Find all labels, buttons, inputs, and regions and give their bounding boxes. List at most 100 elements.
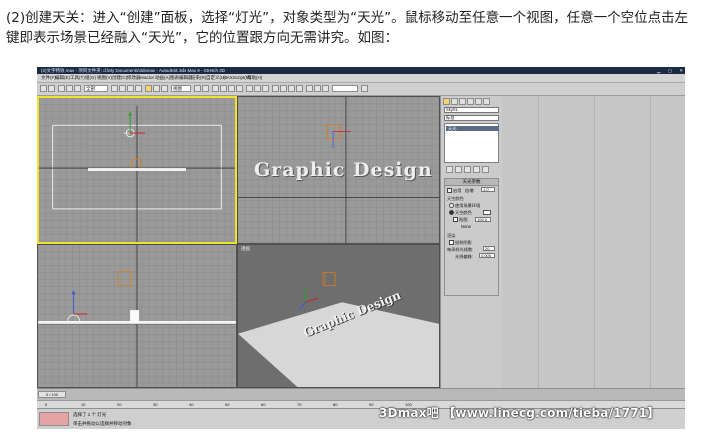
menu-bar: 文件(F) 编辑(E) 工具(T) 组(G) 视图(V) 创建(C) 修改器 r… [37, 74, 685, 83]
menu-rendering[interactable]: 渲染(R) [191, 75, 206, 81]
viewport-perspective[interactable]: Graphic Design 透视 [237, 244, 440, 388]
show-end-result-icon[interactable] [455, 166, 462, 173]
configure-sets-icon[interactable] [482, 166, 489, 173]
map-checkbox[interactable]: 贴图: [453, 217, 469, 223]
viewport-top[interactable] [37, 96, 237, 244]
select-rotate-icon[interactable] [153, 85, 160, 92]
menu-reactor[interactable]: reactor [140, 75, 154, 80]
timeline-tick-label: 0 [45, 402, 48, 407]
list-item-skylight[interactable]: 天光 [446, 126, 499, 131]
checkbox-icon[interactable] [447, 188, 452, 194]
window-crossing-icon[interactable] [135, 85, 142, 92]
region-select-icon[interactable] [127, 85, 134, 92]
motion-tab-icon[interactable] [467, 98, 474, 105]
object-name-field[interactable]: Sky01 [444, 107, 499, 113]
radio-icon[interactable] [449, 210, 454, 216]
spinner-snap-icon[interactable] [236, 85, 243, 92]
multiplier-spinner[interactable]: 1.0 [481, 187, 495, 192]
angle-snap-icon[interactable] [220, 85, 227, 92]
cast-shadows-label: 投射阴影 [455, 240, 472, 245]
main-toolbar: 全部 视图 [37, 83, 685, 96]
manipulate-icon[interactable] [202, 85, 209, 92]
render-type-dropdown[interactable] [332, 85, 358, 92]
use-scene-env-radio[interactable]: 使用场景环境 [449, 203, 480, 209]
menu-tools[interactable]: 工具(T) [70, 75, 85, 81]
pivot-center-icon[interactable] [194, 85, 201, 92]
timeline-tick-label: 90 [369, 402, 374, 407]
menu-views[interactable]: 视图(V) [97, 75, 112, 81]
menu-modifiers[interactable]: 修改器 [127, 75, 141, 81]
sky-color-swatch[interactable] [483, 210, 491, 215]
timeline-tick-label: 20 [117, 402, 122, 407]
remove-modifier-icon[interactable] [473, 166, 480, 173]
viewport-left[interactable] [37, 244, 237, 388]
front-3d-text: Graphic Design [254, 159, 433, 181]
tutorial-caption: (2)创建天关：进入“创建”面板，选择“灯光”，对象类型为“天光”。鼠标移动至任… [6, 8, 716, 48]
reference-coord-dropdown[interactable]: 视图 [171, 85, 191, 92]
radio-icon[interactable] [449, 203, 454, 209]
align-icon[interactable] [262, 85, 269, 92]
redo-icon[interactable] [48, 85, 55, 92]
display-tab-icon[interactable] [475, 98, 482, 105]
menu-animation[interactable]: 动画(A) [155, 75, 170, 81]
maxscript-listener[interactable] [39, 412, 69, 426]
unlink-icon[interactable] [66, 85, 73, 92]
category-dropdown[interactable]: 标准 [444, 115, 499, 121]
render-setup-icon[interactable] [306, 85, 313, 92]
ray-bias-label: 光线偏移: [455, 254, 473, 259]
divider [594, 96, 595, 388]
hierarchy-tab-icon[interactable] [459, 98, 466, 105]
rays-per-sample-spinner[interactable]: 20 [483, 246, 495, 251]
timeline-tick-label: 50 [225, 402, 230, 407]
viewport-front[interactable]: Graphic Design [237, 96, 440, 244]
named-selection-icon[interactable] [246, 85, 253, 92]
sky-color-radio[interactable]: 天空颜色 [449, 210, 472, 216]
checkbox-icon[interactable] [449, 240, 454, 246]
map-label: 贴图: [459, 217, 469, 222]
menu-graph-editors[interactable]: 图表编辑器 [170, 75, 193, 81]
map-none-button[interactable]: None [461, 224, 471, 229]
select-by-name-icon[interactable] [119, 85, 126, 92]
menu-help[interactable]: 帮助(H) [247, 75, 262, 81]
render-frame-icon[interactable] [314, 85, 321, 92]
empty-workspace [502, 96, 685, 388]
max-screenshot: (2)文字特效.max - 项目文件夹: d:\My Documents\3ds… [37, 67, 685, 429]
menu-file[interactable]: 文件(F) [41, 75, 56, 81]
selection-filter-dropdown[interactable]: 全部 [84, 85, 108, 92]
pin-stack-icon[interactable] [446, 166, 453, 173]
quick-render-icon[interactable] [322, 85, 329, 92]
mirror-icon[interactable] [254, 85, 261, 92]
modify-tab-icon[interactable] [451, 98, 458, 105]
cast-shadows-checkbox[interactable]: 投射阴影 [449, 240, 472, 246]
undo-icon[interactable] [40, 85, 47, 92]
time-slider-thumb[interactable]: 0 / 100 [38, 391, 66, 398]
menu-edit[interactable]: 编辑(E) [55, 75, 70, 81]
utilities-tab-icon[interactable] [483, 98, 490, 105]
create-tab-icon[interactable] [443, 98, 450, 105]
percent-snap-icon[interactable] [228, 85, 235, 92]
checkbox-icon[interactable] [453, 217, 458, 223]
select-move-icon[interactable] [145, 85, 152, 92]
layer-manager-icon[interactable] [272, 85, 279, 92]
bind-spacewarp-icon[interactable] [74, 85, 81, 92]
select-object-icon[interactable] [111, 85, 118, 92]
menu-create[interactable]: 创建(C) [112, 75, 127, 81]
on-checkbox[interactable]: 启用 [447, 188, 461, 194]
watermark: 3Dmax吧 【www.linecg.com/tieba/1771】 [379, 406, 660, 420]
skylight-params-rollout: 天光参数 启用 倍增: 1.0 天空颜色 使用场景环境 天空颜色 贴图: 100… [444, 178, 499, 296]
map-amount-spinner[interactable]: 100.0 [475, 217, 491, 222]
menu-group[interactable]: 组(G) [85, 75, 96, 81]
divider [538, 96, 539, 388]
object-type-list: 天光 [444, 123, 499, 163]
ray-bias-spinner[interactable]: 0.005 [479, 253, 495, 258]
material-editor-icon[interactable] [296, 85, 303, 92]
select-scale-icon[interactable] [161, 85, 168, 92]
rollout-header[interactable]: 天光参数 [445, 179, 498, 186]
use-scene-env-label: 使用场景环境 [455, 203, 481, 208]
render-last-icon[interactable] [361, 85, 368, 92]
link-icon[interactable] [58, 85, 65, 92]
curve-editor-icon[interactable] [280, 85, 287, 92]
make-unique-icon[interactable] [464, 166, 471, 173]
snap-toggle-icon[interactable] [212, 85, 219, 92]
schematic-view-icon[interactable] [288, 85, 295, 92]
